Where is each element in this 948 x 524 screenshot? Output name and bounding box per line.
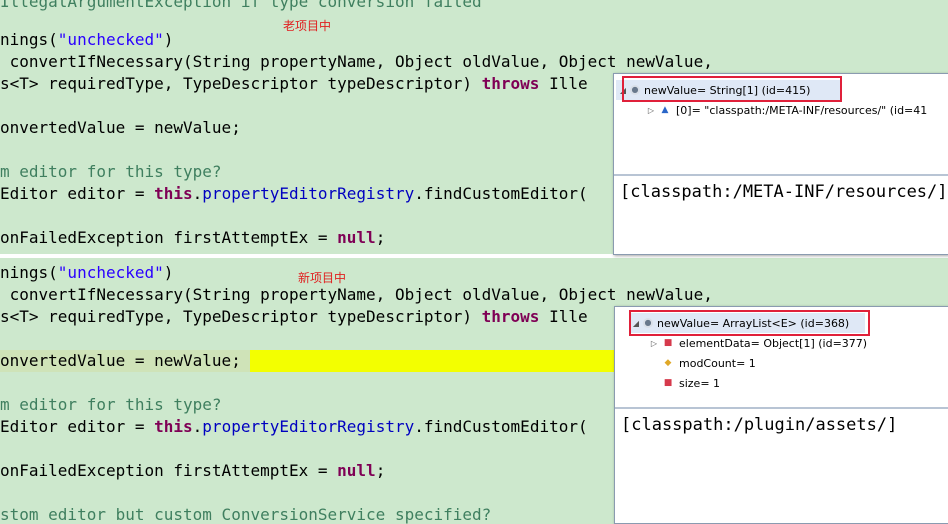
code-text: .findCustomEditor( — [414, 184, 588, 203]
code-text: ; — [375, 461, 386, 480]
variable-detail-pane[interactable]: [classpath:/plugin/assets/] — [615, 411, 948, 523]
tree-row-array-element[interactable]: ▷ ▲ [0]= "classpath:/META-INF/resources/… — [644, 100, 927, 120]
code-text: Editor editor = — [0, 417, 155, 436]
code-line-method-signature: convertIfNecessary(String propertyName, … — [0, 52, 713, 71]
code-line-first-attempt: onFailedException firstAttemptEx = null; — [0, 461, 385, 481]
tree-row-label: modCount= 1 — [679, 356, 756, 370]
blue-triangle-icon: ▲ — [661, 105, 669, 115]
code-line-find-editor: Editor editor = this.propertyEditorRegis… — [0, 417, 588, 437]
tree-row-label: elementData= Object[1] (id=377) — [679, 336, 868, 350]
keyword-throws: throws — [481, 74, 540, 93]
tree-row-label: size= 1 — [679, 376, 721, 390]
red-square-icon: ■ — [663, 338, 673, 348]
triangle-right-icon[interactable]: ▷ — [644, 106, 658, 115]
string-literal: "unchecked" — [57, 263, 164, 282]
keyword-this: this — [154, 184, 193, 203]
code-text: ) — [163, 30, 174, 49]
code-line-converted-value: onvertedValue = newValue; — [0, 351, 241, 370]
code-line-converted-value: onvertedValue = newValue; — [0, 118, 241, 137]
code-text: nings( — [0, 30, 58, 49]
code-line-javadoc: IllegalArgumentException if type convers… — [0, 0, 482, 11]
code-line-method-params: s<T> requiredType, TypeDescriptor typeDe… — [0, 307, 588, 327]
keyword-null: null — [337, 228, 376, 247]
yellow-diamond-icon: ◆ — [664, 358, 672, 368]
variable-detail-pane[interactable]: [classpath:/META-INF/resources/] — [614, 178, 948, 254]
tree-row-element-data[interactable]: ▷ ■ elementData= Object[1] (id=377) — [647, 333, 867, 353]
code-text: . — [192, 184, 203, 203]
code-line-comment: m editor for this type? — [0, 395, 222, 414]
keyword-this: this — [154, 417, 193, 436]
code-line-first-attempt: onFailedException firstAttemptEx = null; — [0, 228, 385, 248]
field-reference: propertyEditorRegistry — [202, 184, 415, 203]
code-line-suppress-warnings: nings("unchecked") — [0, 263, 173, 283]
code-text: s<T> requiredType, TypeDescriptor typeDe… — [0, 307, 482, 326]
red-highlight-box — [622, 76, 842, 102]
red-highlight-box — [629, 310, 870, 336]
code-line-suppress-warnings: nings("unchecked") — [0, 30, 173, 50]
code-line-method-signature: convertIfNecessary(String propertyName, … — [0, 285, 713, 304]
code-text: ) — [163, 263, 174, 282]
code-text: onFailedException firstAttemptEx = — [0, 228, 338, 247]
variable-inspect-popup-new[interactable]: ◢ ● newValue= ArrayList<E> (id=368) ▷ ■ … — [614, 306, 948, 524]
triangle-right-icon[interactable]: ▷ — [647, 339, 661, 348]
tree-row-size[interactable]: ■ size= 1 — [661, 373, 720, 393]
code-line-find-editor: Editor editor = this.propertyEditorRegis… — [0, 184, 588, 204]
red-square-icon: ■ — [663, 378, 673, 388]
code-text: Ille — [539, 74, 588, 93]
code-line-comment: m editor for this type? — [0, 162, 222, 181]
code-text: nings( — [0, 263, 58, 282]
code-text: Ille — [539, 307, 588, 326]
debug-current-line-highlight — [250, 350, 620, 372]
annotation-new-project: 新项目中 — [298, 271, 347, 285]
tree-row-label: [0]= "classpath:/META-INF/resources/" (i… — [676, 103, 928, 117]
keyword-null: null — [337, 461, 376, 480]
code-text: .findCustomEditor( — [414, 417, 588, 436]
tree-row-mod-count[interactable]: ◆ modCount= 1 — [661, 353, 756, 373]
code-text: onFailedException firstAttemptEx = — [0, 461, 338, 480]
code-text: Editor editor = — [0, 184, 155, 203]
code-text: s<T> requiredType, TypeDescriptor typeDe… — [0, 74, 482, 93]
annotation-old-project: 老项目中 — [283, 19, 332, 33]
string-literal: "unchecked" — [57, 30, 164, 49]
code-text: ; — [375, 228, 386, 247]
code-text: . — [192, 417, 203, 436]
code-line-comment-conversion: stom editor but custom ConversionService… — [0, 505, 492, 524]
keyword-throws: throws — [481, 307, 540, 326]
code-line-method-params: s<T> requiredType, TypeDescriptor typeDe… — [0, 74, 588, 94]
field-reference: propertyEditorRegistry — [202, 417, 415, 436]
